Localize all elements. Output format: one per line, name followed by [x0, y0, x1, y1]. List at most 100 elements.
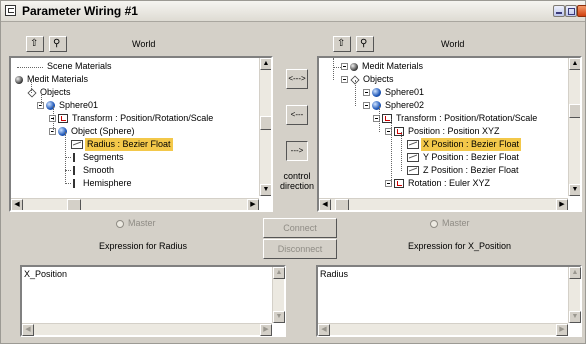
tree-item[interactable]: Rotation : Euler XYZ — [385, 177, 492, 190]
right-master-radio[interactable]: Master — [430, 218, 470, 228]
tree-item[interactable]: Transform : Position/Rotation/Scale — [49, 112, 215, 125]
controller-icon — [407, 166, 419, 176]
master-label: Master — [128, 218, 156, 228]
left-track-tree[interactable]: Scene Materials Medit Materials Objects … — [9, 56, 273, 212]
scroll-down-arrow-icon[interactable]: ▼ — [569, 311, 581, 323]
tree-connector — [379, 106, 380, 132]
parameter-icon — [71, 179, 77, 189]
left-up-level-button[interactable]: ⇧ — [26, 36, 44, 52]
controller-icon — [407, 140, 419, 150]
left-tree-horizontal-scrollbar[interactable]: ◀ ▶ — [11, 198, 259, 210]
tree-item[interactable]: Objects — [341, 73, 396, 86]
tree-item-label: Medit Materials — [27, 74, 89, 85]
tree-item[interactable]: Position : Position XYZ — [385, 125, 502, 138]
two-way-connection-button[interactable]: <---> — [286, 69, 308, 89]
tree-item[interactable]: Objects — [27, 86, 73, 99]
close-button[interactable] — [577, 5, 586, 17]
right-world-label: World — [441, 39, 465, 49]
left-expression-vertical-scrollbar[interactable]: ▲ ▼ — [272, 267, 285, 323]
tree-item[interactable]: Segments — [71, 151, 126, 164]
right-expression-textarea[interactable]: Radius ▲ ▼ ◀ ▶ — [316, 265, 582, 337]
scroll-right-arrow-icon[interactable]: ▶ — [556, 199, 568, 210]
left-master-radio[interactable]: Master — [116, 218, 156, 228]
tree-item-label: Sphere02 — [385, 100, 425, 111]
scroll-left-arrow-icon[interactable]: ◀ — [319, 199, 331, 210]
tree-connector — [65, 132, 66, 184]
collapse-icon[interactable] — [363, 102, 370, 110]
control-direction-label: control direction — [279, 171, 315, 191]
tree-item[interactable]: Medit Materials — [341, 60, 425, 73]
tree-item[interactable]: Medit Materials — [15, 73, 90, 86]
minimize-button[interactable] — [553, 5, 565, 17]
tree-item[interactable]: Object (Sphere) — [49, 125, 137, 138]
scroll-down-arrow-icon[interactable]: ▼ — [569, 184, 580, 196]
tree-item-label: Objects — [40, 87, 71, 98]
find-icon: ⚲ — [360, 38, 368, 49]
left-find-button[interactable]: ⚲ — [49, 36, 67, 52]
tree-connector — [401, 132, 402, 171]
tree-item[interactable]: Transform : Position/Rotation/Scale — [373, 112, 539, 125]
scroll-right-arrow-icon[interactable]: ▶ — [556, 324, 568, 336]
tree-item-selected[interactable]: Radius : Bezier Float — [71, 138, 173, 152]
left-tree-vertical-scrollbar[interactable]: ▲ ▼ — [259, 58, 271, 196]
find-icon: ⚲ — [53, 38, 61, 49]
right-track-tree[interactable]: Medit Materials Objects Sphere01 Sphere0… — [317, 56, 582, 212]
right-direction-button[interactable]: ---> — [286, 141, 308, 161]
connect-button[interactable]: Connect — [263, 218, 337, 238]
radio-icon — [430, 219, 438, 228]
tree-item-label: Position : Position XYZ — [408, 126, 500, 137]
scroll-thumb[interactable] — [67, 199, 81, 210]
tree-item-label: Sphere01 — [59, 100, 99, 111]
right-find-button[interactable]: ⚲ — [356, 36, 374, 52]
tree-item-label: Hemisphere — [83, 178, 132, 189]
left-direction-button[interactable]: <--- — [286, 105, 308, 125]
left-expression-text: X_Position — [24, 269, 68, 279]
right-expression-vertical-scrollbar[interactable]: ▲ ▼ — [568, 267, 581, 323]
tree-connector — [65, 157, 71, 158]
left-expression-textarea[interactable]: X_Position ▲ ▼ ◀ ▶ — [20, 265, 286, 337]
scroll-up-arrow-icon[interactable]: ▲ — [273, 267, 285, 279]
tree-item[interactable]: Hemisphere — [71, 177, 134, 190]
tree-item-label: Smooth — [83, 165, 115, 176]
scroll-up-arrow-icon[interactable]: ▲ — [260, 58, 271, 70]
maximize-button[interactable] — [565, 5, 577, 17]
tree-item-selected[interactable]: X Position : Bezier Float — [407, 138, 522, 152]
scroll-up-arrow-icon[interactable]: ▲ — [569, 267, 581, 279]
master-label: Master — [442, 218, 470, 228]
scroll-left-arrow-icon[interactable]: ◀ — [11, 199, 23, 210]
scroll-up-arrow-icon[interactable]: ▲ — [569, 58, 580, 70]
scroll-thumb[interactable] — [335, 199, 349, 210]
expand-icon[interactable] — [341, 63, 348, 71]
disconnect-button[interactable]: Disconnect — [263, 239, 337, 259]
tree-item-label: Objects — [363, 74, 394, 85]
tree-item-label: Radius : Bezier Float — [85, 138, 173, 152]
collapse-icon[interactable] — [341, 76, 348, 84]
controller-icon — [71, 140, 83, 150]
left-expression-horizontal-scrollbar[interactable]: ◀ ▶ — [22, 323, 272, 336]
tree-item[interactable]: Y Position : Bezier Float — [407, 151, 521, 164]
scroll-thumb[interactable] — [260, 116, 271, 130]
scroll-thumb[interactable] — [569, 104, 580, 118]
right-tree-horizontal-scrollbar[interactable]: ◀ ▶ — [319, 198, 568, 210]
tree-item[interactable]: Z Position : Bezier Float — [407, 164, 521, 177]
scroll-left-arrow-icon[interactable]: ◀ — [318, 324, 330, 336]
right-up-level-button[interactable]: ⇧ — [333, 36, 351, 52]
title-bar[interactable]: Parameter Wiring #1 — [1, 1, 586, 22]
folder-up-icon: ⇧ — [30, 38, 39, 49]
tree-item[interactable]: Smooth — [71, 164, 116, 177]
scroll-right-arrow-icon[interactable]: ▶ — [247, 199, 259, 210]
tree-item[interactable]: Sphere01 — [363, 86, 426, 99]
tree-connector — [65, 183, 71, 184]
right-tree-vertical-scrollbar[interactable]: ▲ ▼ — [568, 58, 580, 196]
parameter-wiring-window: Parameter Wiring #1 ⇧ ⚲ World ⇧ ⚲ World … — [0, 0, 586, 344]
tree-connector — [333, 58, 334, 80]
tree-item[interactable]: Sphere02 — [363, 99, 426, 112]
parameter-icon — [71, 166, 77, 176]
scroll-down-arrow-icon[interactable]: ▼ — [273, 311, 285, 323]
tree-item[interactable]: Sphere01 — [37, 99, 100, 112]
scroll-left-arrow-icon[interactable]: ◀ — [22, 324, 34, 336]
scroll-right-arrow-icon[interactable]: ▶ — [260, 324, 272, 336]
right-expression-horizontal-scrollbar[interactable]: ◀ ▶ — [318, 323, 568, 336]
expand-icon[interactable] — [363, 89, 370, 97]
folder-up-icon: ⇧ — [337, 38, 346, 49]
